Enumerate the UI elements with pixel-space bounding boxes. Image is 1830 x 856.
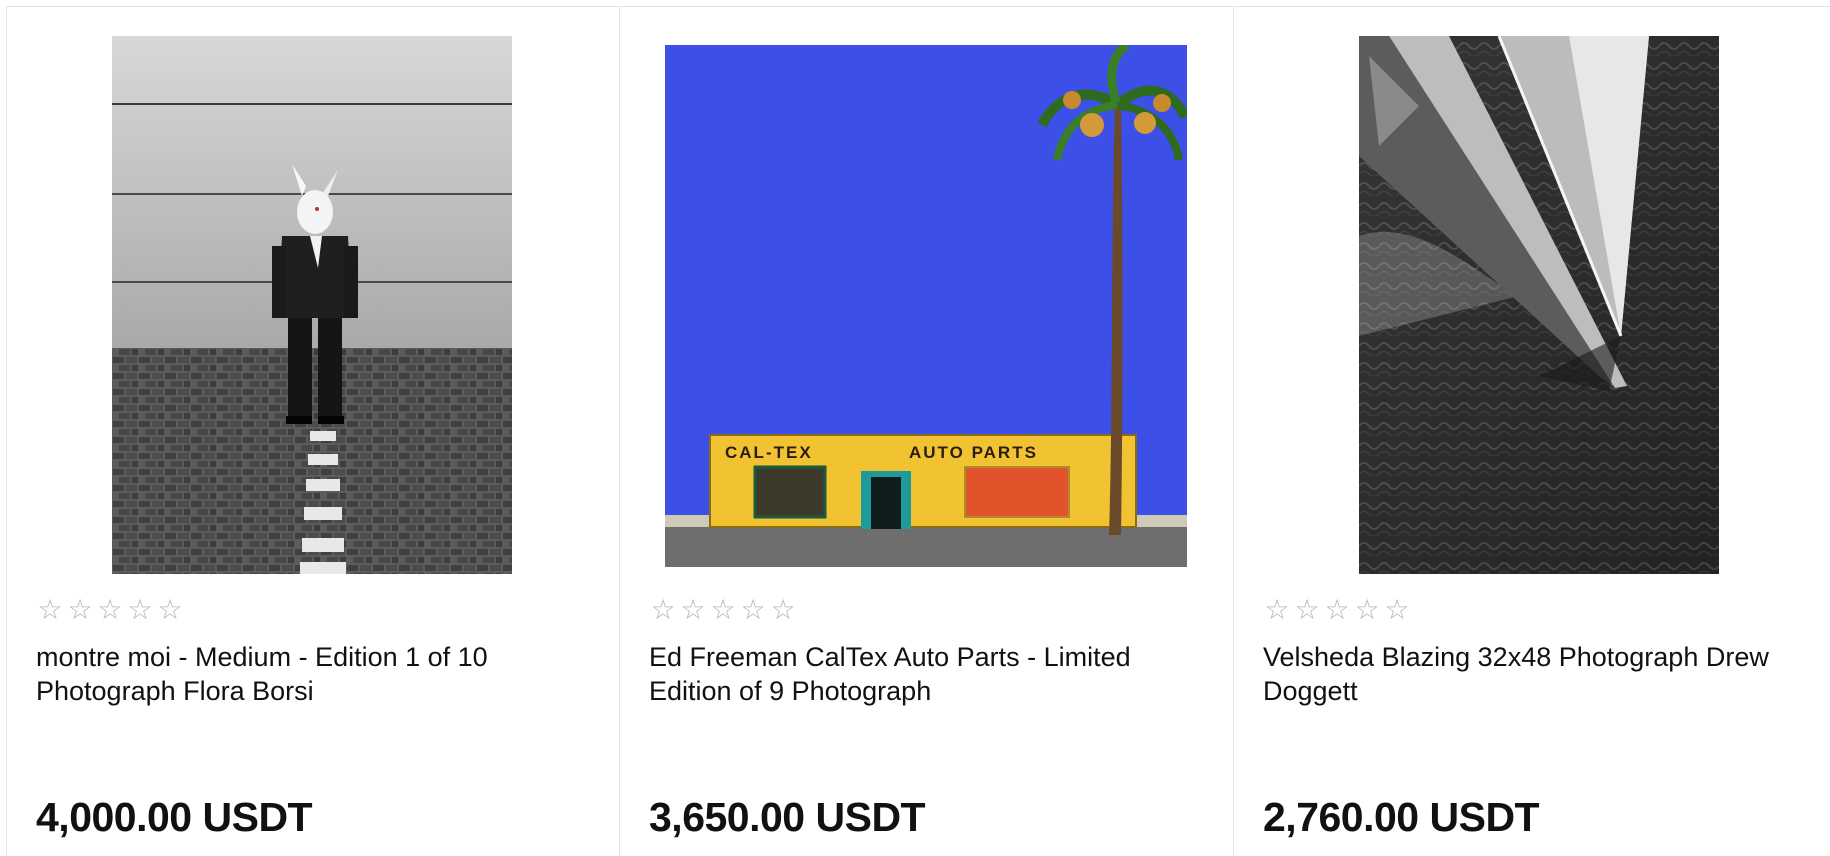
product-image[interactable]: CAL-TEX AUTO PARTS [665, 45, 1187, 567]
rabbit-man-photo-icon [112, 36, 512, 574]
star-empty-icon[interactable]: ☆ [156, 596, 184, 624]
product-price: 3,650.00 USDT [649, 794, 926, 840]
star-empty-icon[interactable]: ☆ [679, 596, 707, 624]
star-empty-icon[interactable]: ☆ [739, 596, 767, 624]
sailboat-aerial-photo-icon [1359, 36, 1719, 574]
rating-stars[interactable]: ☆ ☆ ☆ ☆ ☆ [1263, 596, 1411, 624]
product-title[interactable]: Velsheda Blazing 32x48 Photograph Drew D… [1263, 640, 1803, 708]
rating-stars[interactable]: ☆ ☆ ☆ ☆ ☆ [649, 596, 797, 624]
star-empty-icon[interactable]: ☆ [1293, 596, 1321, 624]
star-empty-icon[interactable]: ☆ [649, 596, 677, 624]
star-empty-icon[interactable]: ☆ [1263, 596, 1291, 624]
star-empty-icon[interactable]: ☆ [96, 596, 124, 624]
product-title[interactable]: montre moi - Medium - Edition 1 of 10 Ph… [36, 640, 576, 708]
star-empty-icon[interactable]: ☆ [1323, 596, 1351, 624]
star-empty-icon[interactable]: ☆ [1353, 596, 1381, 624]
product-price: 4,000.00 USDT [36, 794, 313, 840]
star-empty-icon[interactable]: ☆ [709, 596, 737, 624]
svg-text:AUTO PARTS: AUTO PARTS [909, 443, 1038, 462]
product-card[interactable]: CAL-TEX AUTO PARTS ☆ ☆ ☆ ☆ ☆ Ed Freeman … [620, 7, 1234, 856]
product-price: 2,760.00 USDT [1263, 794, 1540, 840]
star-empty-icon[interactable]: ☆ [66, 596, 94, 624]
star-empty-icon[interactable]: ☆ [126, 596, 154, 624]
rating-stars[interactable]: ☆ ☆ ☆ ☆ ☆ [36, 596, 184, 624]
product-grid: ☆ ☆ ☆ ☆ ☆ montre moi - Medium - Edition … [0, 0, 1830, 856]
product-card[interactable]: ☆ ☆ ☆ ☆ ☆ Velsheda Blazing 32x48 Photogr… [1234, 7, 1830, 856]
caltex-storefront-photo-icon: CAL-TEX AUTO PARTS [665, 45, 1187, 567]
svg-text:CAL-TEX: CAL-TEX [725, 443, 813, 462]
product-image[interactable] [112, 36, 512, 574]
product-title[interactable]: Ed Freeman CalTex Auto Parts - Limited E… [649, 640, 1189, 708]
product-image[interactable] [1359, 36, 1719, 574]
product-card[interactable]: ☆ ☆ ☆ ☆ ☆ montre moi - Medium - Edition … [7, 7, 620, 856]
star-empty-icon[interactable]: ☆ [36, 596, 64, 624]
star-empty-icon[interactable]: ☆ [769, 596, 797, 624]
star-empty-icon[interactable]: ☆ [1383, 596, 1411, 624]
